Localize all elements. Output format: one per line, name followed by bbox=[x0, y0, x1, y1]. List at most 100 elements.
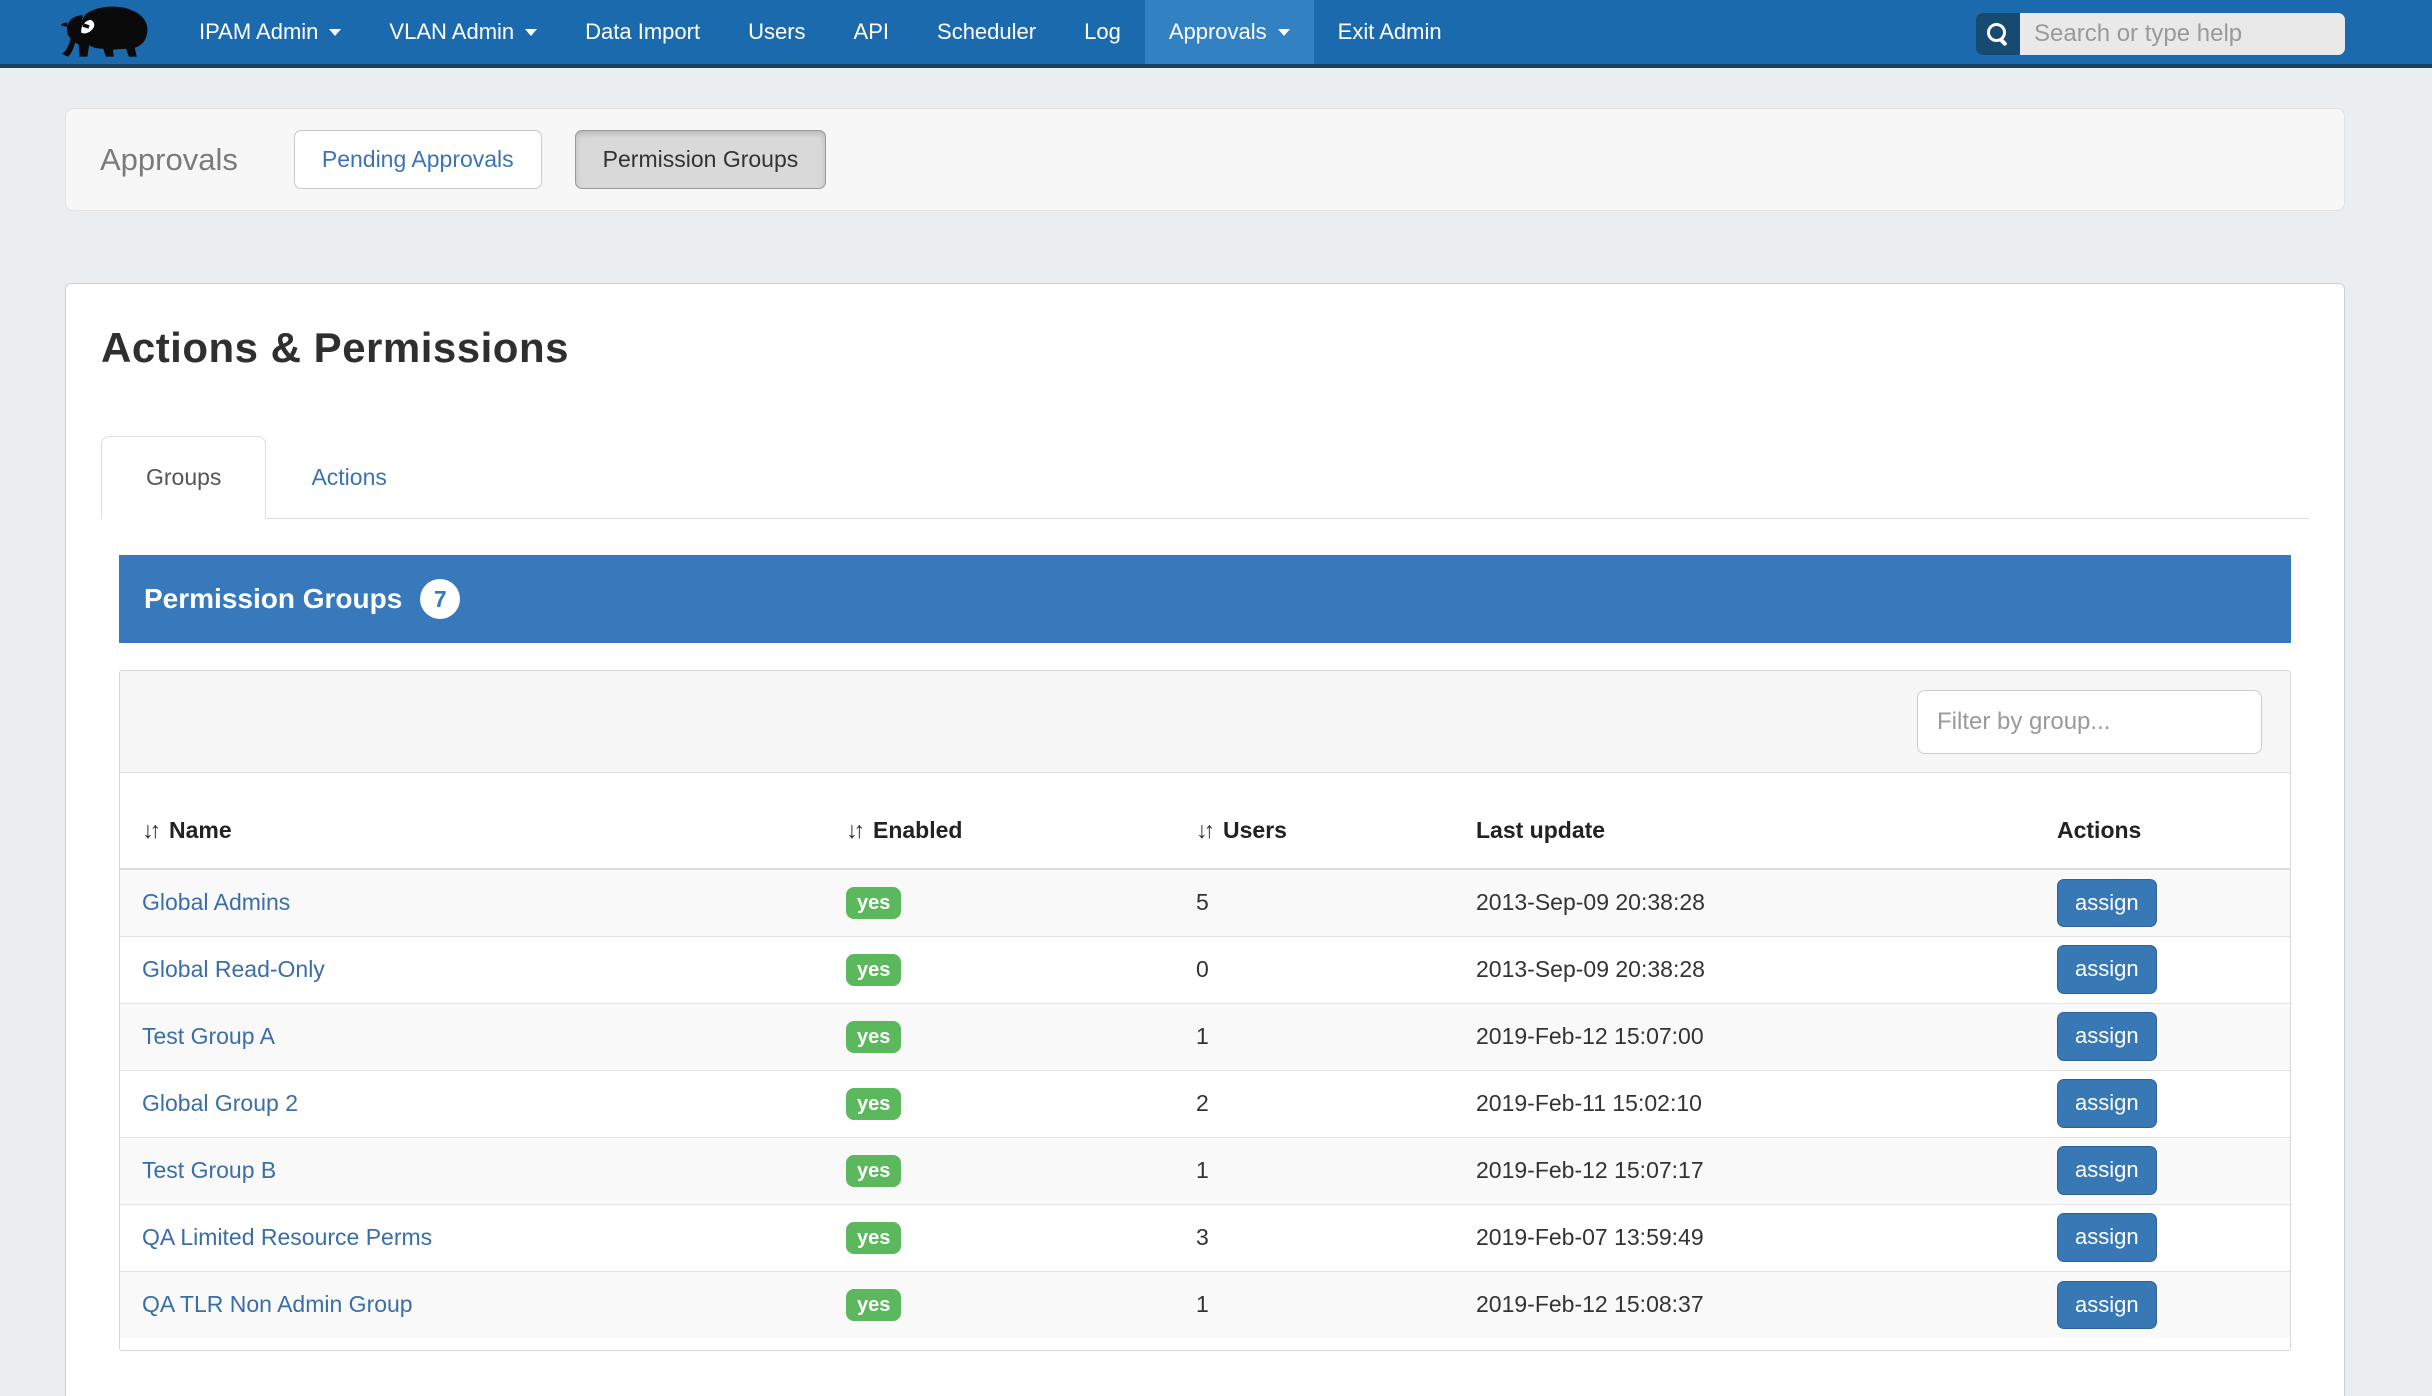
enabled-cell: yes bbox=[824, 1070, 1174, 1137]
table-row: Global Group 2 yes 2 2019-Feb-11 15:02:1… bbox=[120, 1070, 2290, 1137]
nav-item-label: IPAM Admin bbox=[199, 19, 318, 45]
enabled-cell: yes bbox=[824, 869, 1174, 936]
last-update-cell: 2013-Sep-09 20:38:28 bbox=[1454, 869, 2035, 936]
table-row: Global Admins yes 5 2013-Sep-09 20:38:28… bbox=[120, 869, 2290, 936]
chevron-down-icon bbox=[525, 29, 537, 36]
group-name-cell: Test Group B bbox=[120, 1137, 824, 1204]
nav-item[interactable]: Approvals bbox=[1145, 0, 1314, 64]
column-header-label: Name bbox=[169, 817, 232, 843]
group-name-link[interactable]: Test Group B bbox=[142, 1157, 276, 1183]
enabled-badge: yes bbox=[846, 1021, 901, 1053]
nav-item[interactable]: Scheduler bbox=[913, 0, 1060, 64]
nav-item-label: Log bbox=[1084, 19, 1121, 45]
column-header[interactable]: Actions bbox=[2035, 773, 2290, 869]
enabled-badge: yes bbox=[846, 1289, 901, 1321]
search-input[interactable] bbox=[2020, 13, 2345, 55]
group-name-cell: Test Group A bbox=[120, 1003, 824, 1070]
last-update-cell: 2019-Feb-12 15:08:37 bbox=[1454, 1271, 2035, 1338]
table-toolbar bbox=[120, 671, 2290, 773]
group-name-cell: Global Read-Only bbox=[120, 936, 824, 1003]
last-update-cell: 2013-Sep-09 20:38:28 bbox=[1454, 936, 2035, 1003]
search-group bbox=[1976, 13, 2345, 55]
header-toggle-button[interactable]: Permission Groups bbox=[575, 130, 827, 189]
group-name-cell: Global Group 2 bbox=[120, 1070, 824, 1137]
sort-icon[interactable]: ↓↑ bbox=[1196, 817, 1211, 843]
actions-cell: assign bbox=[2035, 1070, 2290, 1137]
users-count-cell: 1 bbox=[1174, 1003, 1454, 1070]
nav-item[interactable]: VLAN Admin bbox=[365, 0, 561, 64]
table-row: QA Limited Resource Perms yes 3 2019-Feb… bbox=[120, 1204, 2290, 1271]
last-update-cell: 2019-Feb-07 13:59:49 bbox=[1454, 1204, 2035, 1271]
last-update-cell: 2019-Feb-12 15:07:00 bbox=[1454, 1003, 2035, 1070]
nav-item[interactable]: Data Import bbox=[561, 0, 724, 64]
group-name-link[interactable]: Test Group A bbox=[142, 1023, 275, 1049]
group-name-link[interactable]: Global Read-Only bbox=[142, 956, 325, 982]
users-count-cell: 1 bbox=[1174, 1137, 1454, 1204]
users-count-cell: 0 bbox=[1174, 936, 1454, 1003]
tab[interactable]: Actions bbox=[266, 436, 431, 519]
table-header-row: ↓↑ Name ↓↑ Enabled ↓↑ Users bbox=[120, 773, 2290, 869]
approvals-header-bar: Approvals Pending Approvals Permission G… bbox=[65, 108, 2345, 211]
brand-logo[interactable] bbox=[0, 0, 175, 64]
header-toggle-button[interactable]: Pending Approvals bbox=[294, 130, 542, 189]
nav-item-label: VLAN Admin bbox=[389, 19, 514, 45]
enabled-cell: yes bbox=[824, 1137, 1174, 1204]
enabled-badge: yes bbox=[846, 887, 901, 919]
column-header[interactable]: Last update bbox=[1454, 773, 2035, 869]
permission-groups-table: ↓↑ Name ↓↑ Enabled ↓↑ Users bbox=[120, 773, 2290, 1338]
table-row: Test Group B yes 1 2019-Feb-12 15:07:17 … bbox=[120, 1137, 2290, 1204]
search-button[interactable] bbox=[1976, 13, 2020, 55]
chevron-down-icon bbox=[1278, 29, 1290, 36]
enabled-badge: yes bbox=[846, 954, 901, 986]
nav-item-label: Users bbox=[748, 19, 805, 45]
enabled-cell: yes bbox=[824, 1003, 1174, 1070]
sort-icon[interactable]: ↓↑ bbox=[142, 817, 157, 843]
column-header-label: Last update bbox=[1476, 817, 1605, 843]
column-header-label: Enabled bbox=[873, 817, 962, 843]
tab[interactable]: Groups bbox=[101, 436, 266, 519]
assign-button[interactable]: assign bbox=[2057, 1213, 2157, 1261]
users-count-cell: 1 bbox=[1174, 1271, 1454, 1338]
assign-button[interactable]: assign bbox=[2057, 1146, 2157, 1194]
enabled-cell: yes bbox=[824, 1204, 1174, 1271]
column-header[interactable]: ↓↑ Users bbox=[1174, 773, 1454, 869]
column-header-label: Actions bbox=[2057, 817, 2141, 843]
enabled-cell: yes bbox=[824, 936, 1174, 1003]
table-row: Test Group A yes 1 2019-Feb-12 15:07:00 … bbox=[120, 1003, 2290, 1070]
actions-cell: assign bbox=[2035, 936, 2290, 1003]
assign-button[interactable]: assign bbox=[2057, 1012, 2157, 1060]
group-name-link[interactable]: QA Limited Resource Perms bbox=[142, 1224, 432, 1250]
assign-button[interactable]: assign bbox=[2057, 945, 2157, 993]
groups-table-container: ↓↑ Name ↓↑ Enabled ↓↑ Users bbox=[119, 670, 2291, 1351]
table-row: QA TLR Non Admin Group yes 1 2019-Feb-12… bbox=[120, 1271, 2290, 1338]
elephant-logo-icon bbox=[55, 3, 155, 61]
sort-icon[interactable]: ↓↑ bbox=[846, 817, 861, 843]
users-count-cell: 3 bbox=[1174, 1204, 1454, 1271]
group-name-link[interactable]: QA TLR Non Admin Group bbox=[142, 1291, 413, 1317]
users-count-cell: 5 bbox=[1174, 869, 1454, 936]
actions-cell: assign bbox=[2035, 1271, 2290, 1338]
actions-permissions-panel: Actions & Permissions Groups Actions Per… bbox=[65, 283, 2345, 1396]
nav-item[interactable]: Users bbox=[724, 0, 829, 64]
nav-item-label: API bbox=[854, 19, 889, 45]
assign-button[interactable]: assign bbox=[2057, 879, 2157, 927]
assign-button[interactable]: assign bbox=[2057, 1281, 2157, 1329]
column-header[interactable]: ↓↑ Enabled bbox=[824, 773, 1174, 869]
search-icon bbox=[1987, 23, 2009, 45]
column-header-label: Users bbox=[1223, 817, 1287, 843]
nav-item[interactable]: Exit Admin bbox=[1314, 0, 1466, 64]
tab-content-groups: Permission Groups 7 ↓↑Name bbox=[101, 519, 2309, 1351]
group-name-link[interactable]: Global Admins bbox=[142, 889, 290, 915]
nav-item[interactable]: Log bbox=[1060, 0, 1145, 64]
group-name-link[interactable]: Global Group 2 bbox=[142, 1090, 298, 1116]
top-navbar: IPAM Admin VLAN Admin Data Import Users … bbox=[0, 0, 2432, 68]
filter-group-input[interactable] bbox=[1917, 690, 2262, 754]
nav-item[interactable]: IPAM Admin bbox=[175, 0, 365, 64]
enabled-cell: yes bbox=[824, 1271, 1174, 1338]
column-header[interactable]: ↓↑ Name bbox=[120, 773, 824, 869]
panel-title: Actions & Permissions bbox=[101, 324, 2309, 372]
group-name-cell: Global Admins bbox=[120, 869, 824, 936]
nav-item[interactable]: API bbox=[830, 0, 913, 64]
assign-button[interactable]: assign bbox=[2057, 1079, 2157, 1127]
nav-item-label: Scheduler bbox=[937, 19, 1036, 45]
